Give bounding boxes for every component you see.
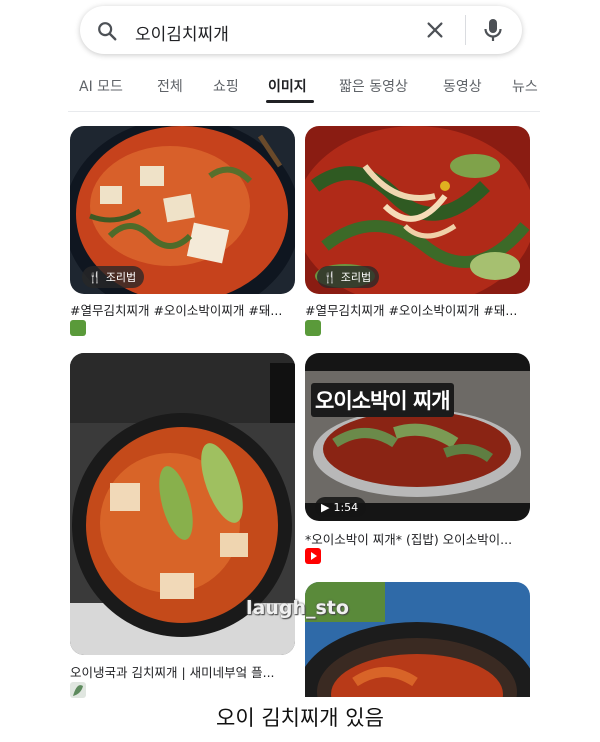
search-tabs: AI 모드 전체 쇼핑 이미지 짧은 동영상 동영상 뉴스 [0,70,600,106]
search-bar[interactable]: 오이김치찌개 [80,6,522,54]
tab-ai-mode[interactable]: AI 모드 [79,76,123,96]
search-icon [98,22,117,41]
microphone-icon[interactable] [482,17,504,43]
video-duration-badge: ▶ 1:54 [315,497,367,517]
tab-shopping[interactable]: 쇼핑 [213,76,239,96]
tab-images[interactable]: 이미지 [268,76,307,96]
result-thumbnail[interactable]: 🍴 조리법 [305,126,530,294]
result-caption[interactable]: #열무김치찌개 #오이소박이찌개 #돼... [305,300,531,319]
result-caption[interactable]: #열무김치찌개 #오이소박이찌개 #돼... [70,300,296,319]
result-caption[interactable]: *오이소박이 찌개* (집밥) 오이소박이... [305,529,531,548]
close-icon[interactable] [424,19,446,41]
badge-label: 조리법 [340,271,372,284]
site-favicon [70,320,86,336]
badge-label: 조리법 [105,271,137,284]
result-thumbnail[interactable]: 🍴 조리법 [70,126,295,294]
recipe-badge: 🍴 조리법 [82,266,145,288]
site-favicon [70,682,86,698]
fork-knife-icon: 🍴 [323,270,337,284]
site-favicon [305,320,321,336]
duration-label: 1:54 [333,500,359,514]
watermark: laugh_sto [246,597,349,619]
tab-news[interactable]: 뉴스 [512,76,538,96]
recipe-badge: 🍴 조리법 [317,266,380,288]
search-input[interactable]: 오이김치찌개 [135,20,229,45]
tabs-divider [68,111,540,112]
play-icon: ▶ [321,500,330,514]
active-tab-indicator [266,100,314,103]
video-overlay-title: 오이소박이 찌개 [311,383,454,417]
tab-short-videos[interactable]: 짧은 동영상 [339,76,408,96]
tab-videos[interactable]: 동영상 [443,76,482,96]
bottom-caption: 오이 김치찌개 있음 [216,706,384,730]
overlay-title-text: 오이소박이 찌개 [315,389,451,413]
tab-all[interactable]: 전체 [157,76,183,96]
search-divider [465,15,466,45]
fork-knife-icon: 🍴 [88,270,102,284]
youtube-icon [305,548,321,564]
result-thumbnail[interactable]: 오이소박이 찌개 ▶ 1:54 [305,353,530,521]
result-caption[interactable]: 오이냉국과 김치찌개 | 새미네부엌 플... [70,662,296,681]
